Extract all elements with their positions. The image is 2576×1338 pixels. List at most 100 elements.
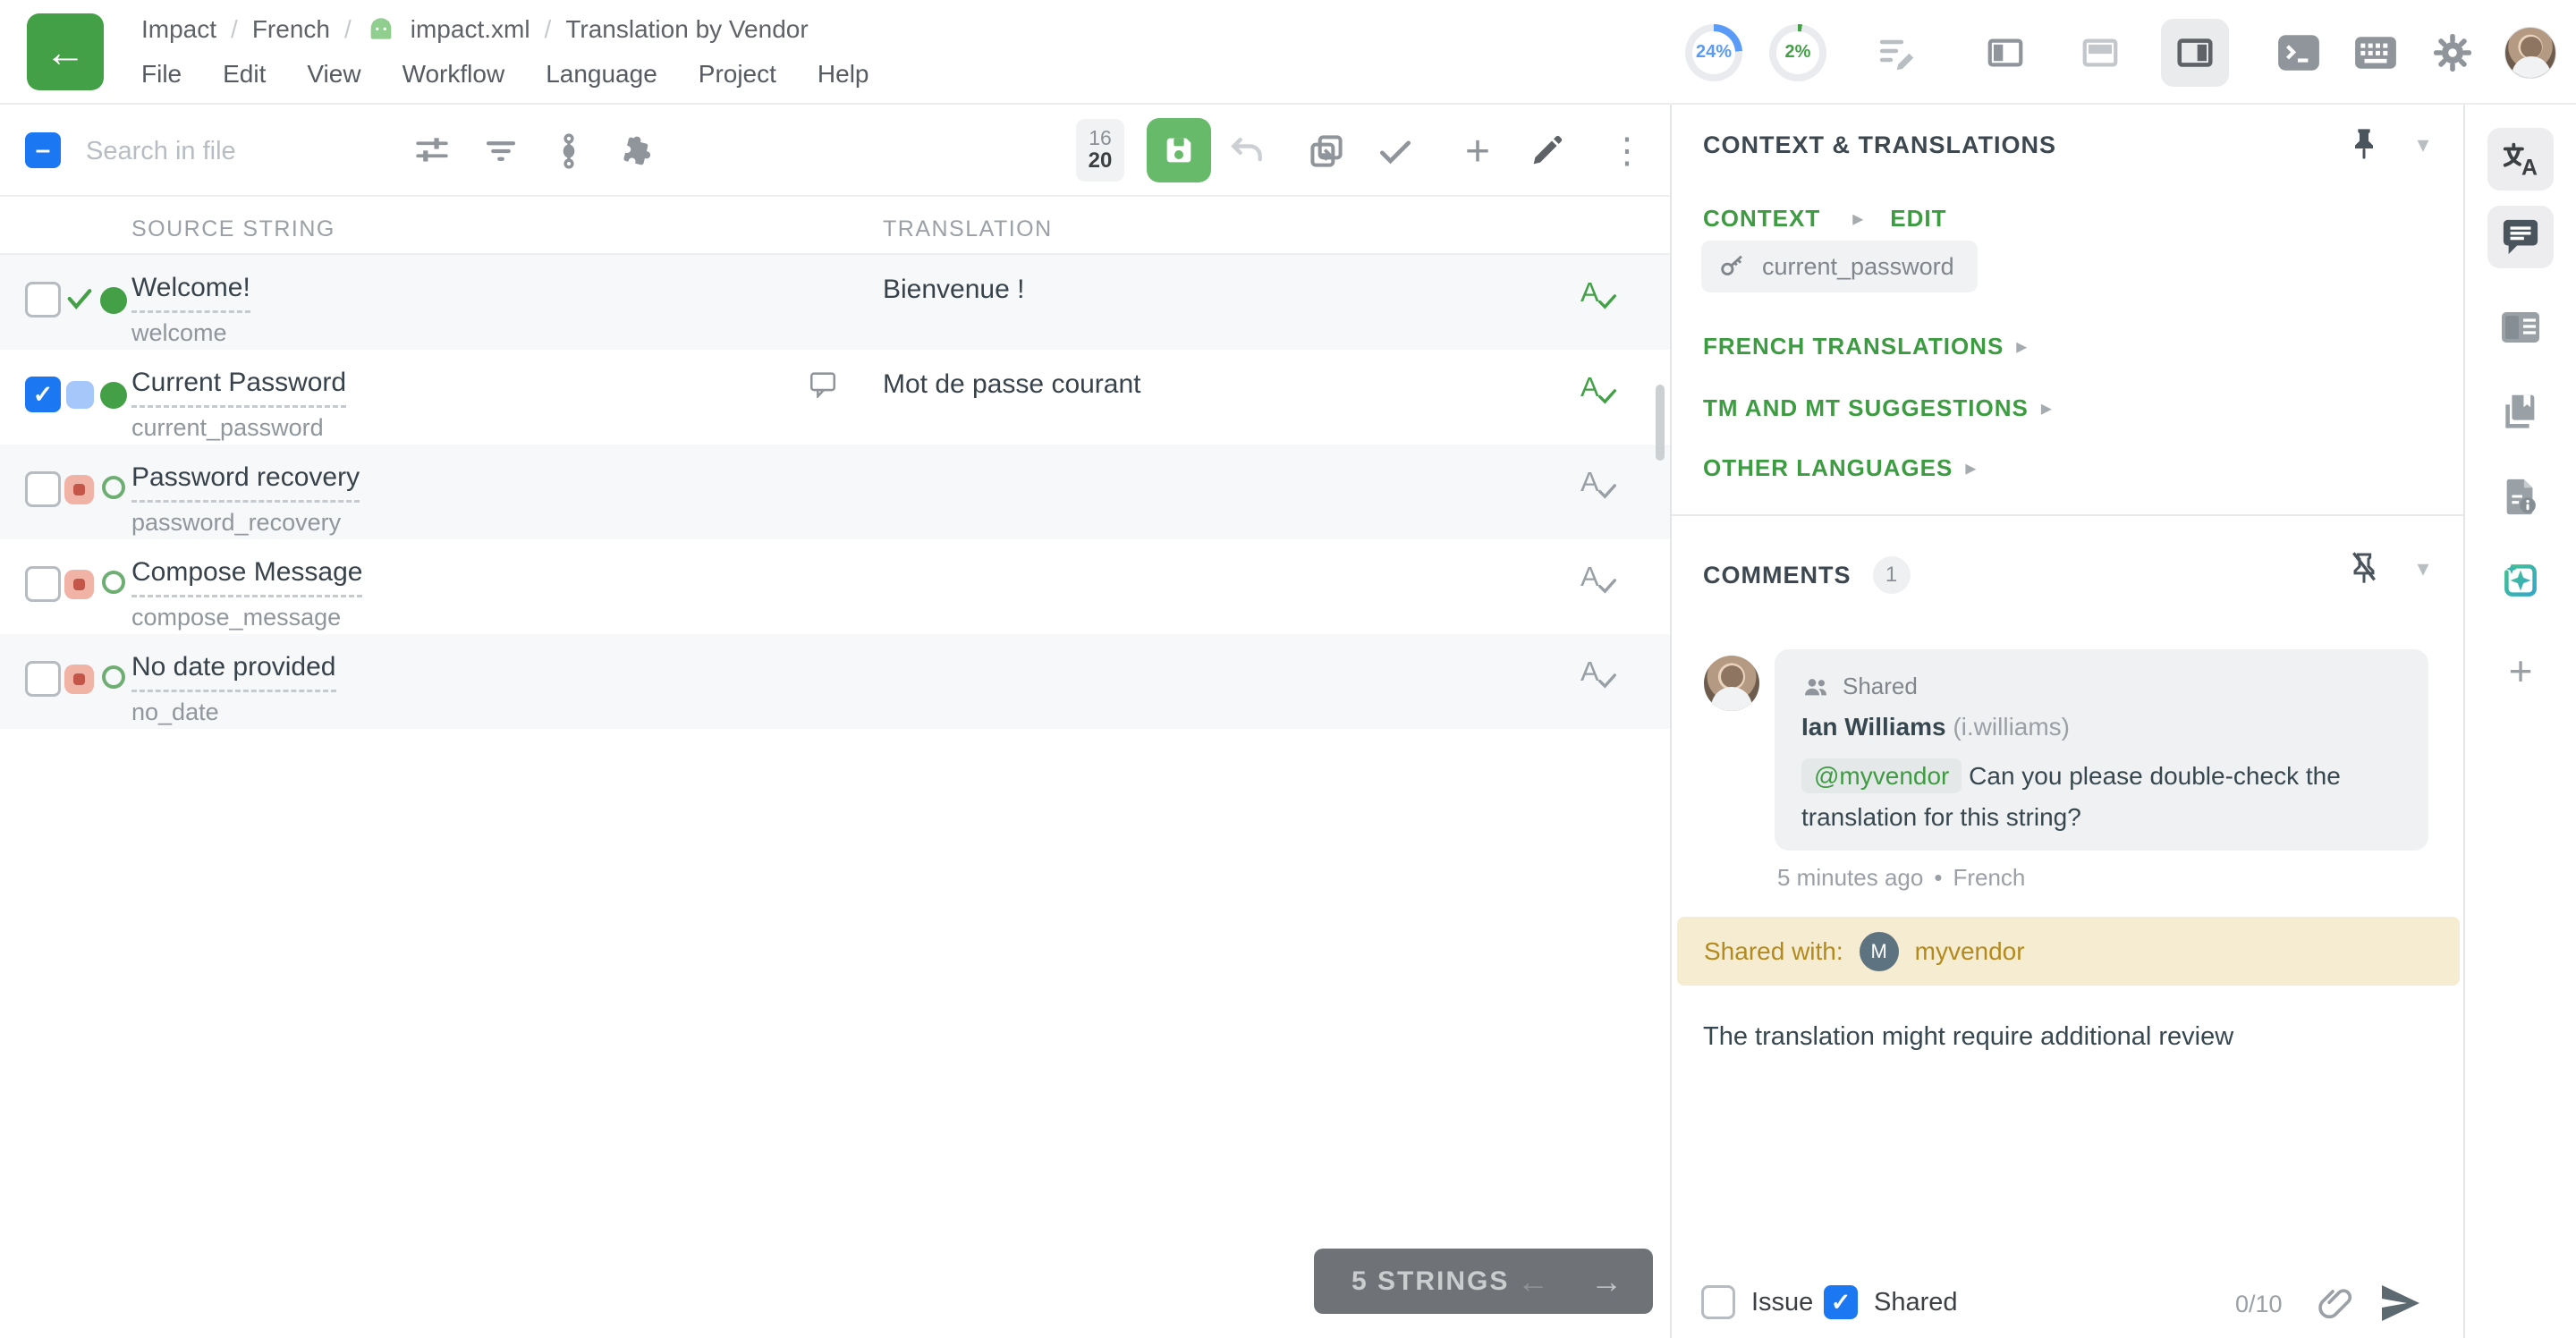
people-icon xyxy=(1801,674,1830,699)
attach-file-icon[interactable] xyxy=(2311,1280,2358,1326)
section-french-translations[interactable]: FRENCH TRANSLATIONS ▸ xyxy=(1703,333,2027,360)
breadcrumb-workflow-step[interactable]: Translation by Vendor xyxy=(565,15,808,44)
vendor-avatar[interactable]: M xyxy=(1860,932,1899,971)
unapproved-circle-icon xyxy=(102,571,125,594)
menu-workflow[interactable]: Workflow xyxy=(402,60,505,89)
android-file-icon xyxy=(366,16,396,43)
ai-assistant-icon[interactable] xyxy=(2487,549,2554,612)
menu-help[interactable]: Help xyxy=(818,60,869,89)
translation-text[interactable]: Mot de passe courant xyxy=(883,369,1141,400)
user-avatar[interactable] xyxy=(2504,27,2556,79)
dictionary-books-icon[interactable] xyxy=(2487,380,2554,443)
breadcrumb-file[interactable]: impact.xml xyxy=(411,15,530,44)
author-name[interactable]: Ian Williams xyxy=(1801,713,1946,741)
undo-icon[interactable] xyxy=(1226,131,1267,172)
edit-context-link[interactable]: EDIT xyxy=(1890,205,1946,233)
table-row[interactable]: No date provided no_date A xyxy=(0,634,1670,729)
file-info-icon[interactable] xyxy=(2487,465,2554,528)
row-checkbox[interactable] xyxy=(25,282,61,318)
string-key: password_recovery xyxy=(131,509,341,537)
console-icon[interactable] xyxy=(2274,28,2324,78)
row-checkbox[interactable] xyxy=(25,471,61,507)
source-string[interactable]: Compose Message xyxy=(131,557,362,597)
comments-tab-icon[interactable] xyxy=(2487,206,2554,268)
approval-progress-ring[interactable]: 2% xyxy=(1769,24,1826,81)
keyboard-shortcuts-icon[interactable] xyxy=(2351,28,2401,78)
row-checkbox[interactable] xyxy=(25,661,61,697)
back-button[interactable]: ← xyxy=(27,13,104,90)
source-string[interactable]: No date provided xyxy=(131,652,336,692)
menu-file[interactable]: File xyxy=(141,60,182,89)
menu-language[interactable]: Language xyxy=(546,60,657,89)
add-string-icon[interactable]: + xyxy=(1457,131,1498,172)
comments-collapse-caret-icon[interactable]: ▾ xyxy=(2403,548,2443,588)
copy-source-icon[interactable] xyxy=(1306,131,1347,172)
source-string[interactable]: Password recovery xyxy=(131,462,360,503)
translation-text[interactable]: Bienvenue ! xyxy=(883,275,1024,305)
more-options-icon[interactable]: ⋮ xyxy=(1606,131,1648,172)
shared-with-label: Shared with: xyxy=(1704,937,1843,966)
floppy-icon xyxy=(1161,132,1197,168)
chain-link-icon[interactable] xyxy=(548,131,589,172)
select-all-checkbox[interactable]: – xyxy=(25,132,61,168)
strings-count-pill: 5 STRINGS ← → xyxy=(1314,1249,1653,1314)
filter-settings-icon[interactable] xyxy=(411,131,453,172)
topbar-actions: 24% 2% xyxy=(1685,0,2556,105)
shared-checkbox[interactable]: ✓ Shared xyxy=(1824,1285,1958,1319)
vendor-name[interactable]: myvendor xyxy=(1915,937,2025,966)
translation-progress-ring[interactable]: 24% xyxy=(1685,24,1742,81)
breadcrumb-project[interactable]: Impact xyxy=(141,15,216,44)
translated-dot-icon xyxy=(100,287,127,314)
row-checkbox[interactable]: ✓ xyxy=(25,377,61,412)
table-row[interactable]: Welcome! welcome Bienvenue ! A xyxy=(0,255,1670,350)
row-checkbox[interactable] xyxy=(25,566,61,602)
send-comment-icon[interactable] xyxy=(2375,1280,2425,1326)
issue-checkbox-box[interactable] xyxy=(1701,1285,1735,1319)
next-page-icon[interactable]: → xyxy=(1590,1263,1623,1300)
table-row[interactable]: Password recovery password_recovery A xyxy=(0,445,1670,539)
layout-right-panel-button[interactable] xyxy=(2161,19,2229,87)
translated-dot-icon xyxy=(100,382,127,409)
search-input[interactable] xyxy=(86,128,381,174)
proofread-icon[interactable] xyxy=(1871,28,1921,78)
save-button[interactable] xyxy=(1147,118,1211,182)
string-key-chip[interactable]: current_password xyxy=(1701,241,1978,292)
section-tm-mt-suggestions[interactable]: TM AND MT SUGGESTIONS ▸ xyxy=(1703,394,2052,422)
settings-gear-icon[interactable] xyxy=(2428,28,2478,78)
breadcrumb-language[interactable]: French xyxy=(252,15,330,44)
comment-meta: 5 minutes ago • French xyxy=(1777,864,2025,892)
plugins-puzzle-icon[interactable] xyxy=(617,131,658,172)
menu-view[interactable]: View xyxy=(307,60,360,89)
breadcrumb: Impact / French / impact.xml / Translati… xyxy=(141,7,869,52)
layout-top-bottom-button[interactable] xyxy=(2066,19,2134,87)
unpin-icon[interactable] xyxy=(2341,545,2387,591)
source-string[interactable]: Welcome! xyxy=(131,273,250,313)
approve-check-icon[interactable] xyxy=(1375,131,1416,172)
source-string[interactable]: Current Password xyxy=(131,368,346,408)
comment-language: French xyxy=(1953,864,2025,892)
scrollbar-thumb[interactable] xyxy=(1656,385,1665,461)
table-row[interactable]: Compose Message compose_message A xyxy=(0,539,1670,634)
comment-body: @myvendor Can you please double-check th… xyxy=(1801,756,2392,838)
vendor-mention[interactable]: @myvendor xyxy=(1801,758,1962,793)
context-section-toggle[interactable]: CONTEXT xyxy=(1703,205,1820,233)
previous-page-icon[interactable]: ← xyxy=(1517,1263,1549,1300)
shared-checkbox-box[interactable]: ✓ xyxy=(1824,1285,1858,1319)
issue-checkbox[interactable]: Issue xyxy=(1701,1285,1813,1319)
menu-edit[interactable]: Edit xyxy=(223,60,266,89)
key-icon xyxy=(1717,251,1748,282)
table-row[interactable]: ✓ Current Password current_password Mot … xyxy=(0,350,1670,445)
translations-tab-icon[interactable]: A xyxy=(2487,128,2554,191)
back-arrow-icon: ← xyxy=(45,28,86,76)
layout-side-by-side-button[interactable] xyxy=(1971,19,2039,87)
filter-strings-icon[interactable] xyxy=(480,131,521,172)
section-other-languages[interactable]: OTHER LANGUAGES ▸ xyxy=(1703,454,1976,482)
edit-pencil-icon[interactable] xyxy=(1526,131,1567,172)
string-key-value: current_password xyxy=(1762,253,1954,281)
pin-icon[interactable] xyxy=(2341,121,2387,167)
comment-input[interactable]: The translation might require additional… xyxy=(1690,1004,2432,1263)
add-panel-icon[interactable]: + xyxy=(2487,639,2554,702)
collapse-caret-icon[interactable]: ▾ xyxy=(2403,124,2443,164)
glossary-card-icon[interactable] xyxy=(2487,296,2554,359)
menu-project[interactable]: Project xyxy=(699,60,776,89)
